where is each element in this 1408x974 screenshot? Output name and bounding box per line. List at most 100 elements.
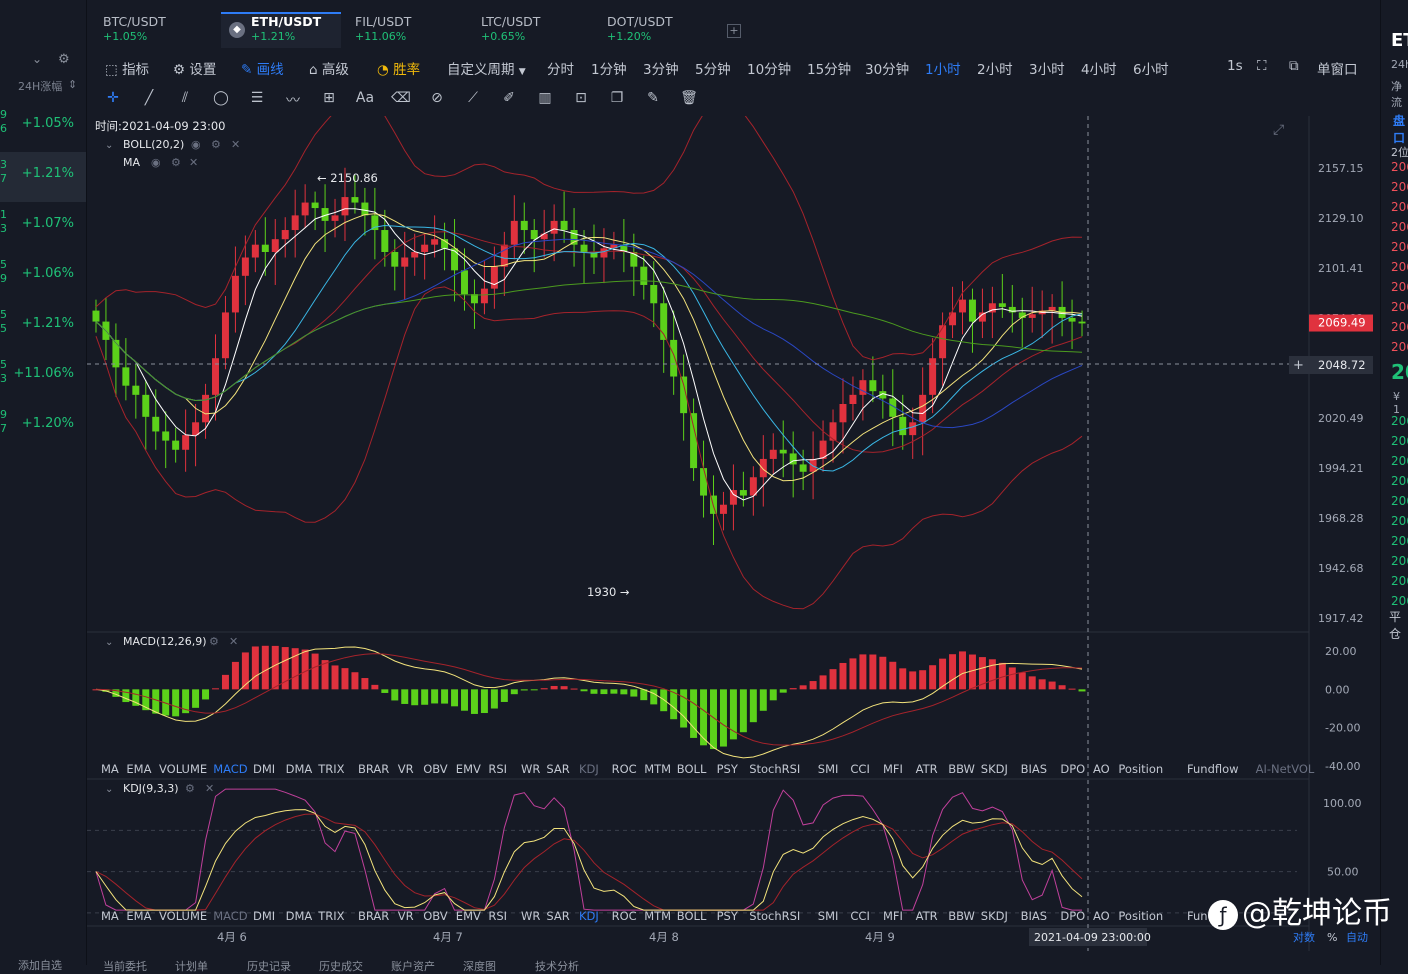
- bid-price[interactable]: 206: [1391, 574, 1408, 588]
- indicator-tab[interactable]: VOLUME: [159, 762, 207, 776]
- circle-icon[interactable]: ◯: [209, 90, 233, 112]
- scale-log-button[interactable]: 对数: [1293, 930, 1315, 944]
- indicator-tab[interactable]: DPO: [1060, 762, 1085, 776]
- ask-price[interactable]: 206: [1391, 180, 1408, 194]
- collapse-icon[interactable]: ⌄: [105, 784, 113, 795]
- chevron-down-icon[interactable]: ⌄: [32, 52, 42, 66]
- indicator-tab[interactable]: SKDJ: [981, 762, 1008, 776]
- indicator-tab[interactable]: CCI: [850, 762, 869, 776]
- indicator-tab[interactable]: PSY: [717, 909, 739, 923]
- indicator-tab[interactable]: ROC: [612, 909, 637, 923]
- ask-price[interactable]: 206: [1391, 240, 1408, 254]
- measure-icon[interactable]: ⊞: [317, 90, 341, 112]
- ask-price[interactable]: 206: [1391, 160, 1408, 174]
- indicator-button[interactable]: ⬚ 指标: [105, 58, 149, 78]
- indicator-tab[interactable]: ROC: [612, 762, 637, 776]
- edit-icon[interactable]: ✎: [641, 90, 665, 112]
- market-list-item[interactable]: 9 6 +1.05%: [0, 102, 86, 152]
- bid-price[interactable]: 206: [1391, 454, 1408, 468]
- indicator-tab[interactable]: AO: [1093, 909, 1110, 923]
- indicator-tab[interactable]: SMI: [818, 762, 839, 776]
- period-button[interactable]: 3小时: [1029, 58, 1065, 78]
- indicator-tab[interactable]: MA: [101, 909, 119, 923]
- symbol-tab[interactable]: ◆ ETH/USDT +1.21%: [221, 12, 341, 48]
- close-icon[interactable]: ✕: [189, 156, 198, 169]
- brush-icon[interactable]: ✐: [497, 90, 521, 112]
- indicator-tab[interactable]: Position: [1118, 762, 1163, 776]
- symbol-tab[interactable]: FIL/USDT +11.06%: [347, 14, 467, 48]
- bottom-tab[interactable]: 技术分析: [535, 958, 579, 974]
- ask-price[interactable]: 206: [1391, 320, 1408, 334]
- indicator-tab[interactable]: MACD: [213, 762, 248, 776]
- indicator-tab[interactable]: VR: [398, 909, 414, 923]
- indicator-tab[interactable]: DMI: [253, 909, 275, 923]
- indicator-tab[interactable]: MA: [101, 762, 119, 776]
- indicator-tab[interactable]: BOLL: [677, 762, 707, 776]
- bid-price[interactable]: 206: [1391, 414, 1408, 428]
- indicator-tab[interactable]: MTM: [644, 762, 671, 776]
- indicator-tab[interactable]: OBV: [423, 909, 448, 923]
- market-list-item[interactable]: 5 3 +11.06%: [0, 352, 86, 402]
- period-button[interactable]: 5分钟: [695, 58, 731, 78]
- bottom-tab[interactable]: 历史成交: [319, 958, 363, 974]
- period-button[interactable]: 15分钟: [807, 58, 851, 78]
- indicator-tab[interactable]: KDJ: [579, 909, 599, 923]
- indicator-tab[interactable]: WR: [521, 909, 540, 923]
- indicator-tab[interactable]: SAR: [546, 762, 569, 776]
- indicator-tab[interactable]: OBV: [423, 762, 448, 776]
- hlines-icon[interactable]: ☰: [245, 90, 269, 112]
- indicator-tab[interactable]: SAR: [546, 909, 569, 923]
- close-icon[interactable]: ✕: [205, 782, 214, 795]
- custom-period-dropdown[interactable]: 自定义周期 ▼: [447, 58, 526, 78]
- indicator-tab[interactable]: StochRSI: [749, 762, 800, 776]
- sort-header[interactable]: 24H涨幅 ⇕: [0, 78, 86, 98]
- ask-price[interactable]: 206: [1391, 280, 1408, 294]
- indicator-tab[interactable]: EMA: [126, 762, 151, 776]
- market-list-item[interactable]: 5 9 +1.06%: [0, 252, 86, 302]
- indicator-tab[interactable]: EMV: [456, 762, 481, 776]
- winrate-button[interactable]: ◔ 胜率: [377, 58, 420, 78]
- indicator-tab[interactable]: MFI: [883, 909, 903, 923]
- period-button[interactable]: 10分钟: [747, 58, 791, 78]
- gear-icon[interactable]: ⚙: [171, 156, 181, 169]
- fullscreen-icon[interactable]: ⛶: [1257, 58, 1266, 74]
- period-button[interactable]: 分时: [547, 58, 574, 78]
- depth-select[interactable]: 2位: [1391, 144, 1408, 160]
- bid-price[interactable]: 206: [1391, 434, 1408, 448]
- market-list-item[interactable]: 1 3 +1.07%: [0, 202, 86, 252]
- indicator-tab[interactable]: WR: [521, 762, 540, 776]
- indicator-tab[interactable]: BRAR: [358, 909, 389, 923]
- scale-pct-button[interactable]: %: [1327, 931, 1337, 944]
- crosshair-icon[interactable]: ✛: [101, 90, 125, 112]
- bottom-tab[interactable]: 当前委托: [103, 958, 147, 974]
- indicator-tab[interactable]: KDJ: [579, 762, 599, 776]
- eye-icon[interactable]: ◉: [191, 138, 201, 151]
- indicator-tab[interactable]: TRIX: [317, 909, 344, 923]
- gear-icon[interactable]: ⚙: [211, 138, 221, 151]
- bottom-tab[interactable]: 深度图: [463, 958, 496, 974]
- lock-icon[interactable]: ⊡: [569, 90, 593, 112]
- market-list-item[interactable]: 9 7 +1.20%: [0, 402, 86, 452]
- bottom-tab[interactable]: 历史记录: [247, 958, 291, 974]
- ask-price[interactable]: 206: [1391, 260, 1408, 274]
- ask-price[interactable]: 206: [1391, 300, 1408, 314]
- ask-price[interactable]: 206: [1391, 340, 1408, 354]
- period-button[interactable]: 30分钟: [865, 58, 909, 78]
- indicator-tab[interactable]: ATR: [916, 762, 938, 776]
- market-list-item[interactable]: 5 5 +1.21%: [0, 302, 86, 352]
- gear-icon[interactable]: ⚙: [185, 782, 195, 795]
- indicator-tab[interactable]: DMA: [286, 909, 313, 923]
- indicator-tab[interactable]: AO: [1093, 762, 1110, 776]
- single-window-button[interactable]: 单窗口: [1317, 58, 1358, 78]
- scale-auto-button[interactable]: 自动: [1346, 931, 1368, 944]
- kline-chart[interactable]: 2157.152129.102101.412074.822048.722020.…: [87, 94, 1377, 956]
- indicator-tab[interactable]: TRIX: [317, 762, 344, 776]
- ask-price[interactable]: 206: [1391, 200, 1408, 214]
- settings-button[interactable]: ⚙ 设置: [173, 58, 216, 78]
- indicator-tab[interactable]: DMI: [253, 762, 275, 776]
- period-button[interactable]: 1小时: [925, 58, 961, 78]
- indicator-tab[interactable]: BOLL: [677, 909, 707, 923]
- copy-icon[interactable]: ❐: [605, 90, 629, 112]
- chart-area[interactable]: 2157.152129.102101.412074.822048.722020.…: [87, 94, 1377, 956]
- indicator-tab[interactable]: EMV: [456, 909, 481, 923]
